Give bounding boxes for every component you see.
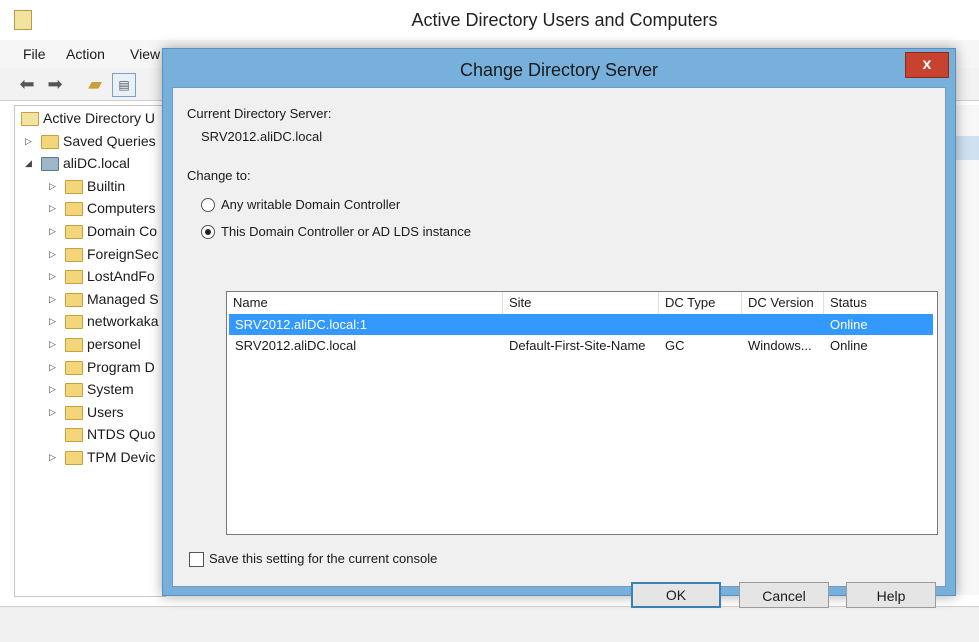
collapse-arrow-icon[interactable]: ◢ (25, 152, 35, 174)
folder-icon (65, 179, 83, 194)
up-folder-icon[interactable]: ▰ (84, 73, 106, 95)
cell-site: Default-First-Site-Name (509, 338, 646, 353)
expand-arrow-icon[interactable]: ▷ (49, 175, 59, 197)
folder-icon (41, 134, 59, 149)
save-setting-checkbox[interactable] (189, 552, 204, 567)
tree-item-label: Users (87, 403, 124, 420)
folder-icon (65, 405, 83, 420)
expand-arrow-icon[interactable]: ▷ (49, 446, 59, 468)
folder-icon (65, 360, 83, 375)
folder-icon (65, 292, 83, 307)
status-bar (0, 606, 979, 642)
folder-icon (65, 270, 83, 285)
help-button[interactable]: Help (846, 582, 936, 608)
tree-item-label: Builtin (87, 177, 126, 194)
ou-folder-icon (65, 225, 83, 239)
folder-icon (65, 451, 83, 465)
expand-arrow-icon[interactable]: ▷ (49, 288, 59, 310)
cell-dc-version: Windows... (748, 338, 812, 353)
cell-name: SRV2012.aliDC.local (235, 338, 357, 353)
expand-arrow-icon[interactable]: ▷ (25, 130, 35, 152)
main-titlebar: Active Directory Users and Computers (0, 0, 979, 41)
column-header-name[interactable]: Name (227, 292, 503, 314)
tree-item-label: ForeignSec (87, 245, 159, 262)
show-tree-icon[interactable]: ▤ (112, 73, 136, 97)
tree-item-label: aliDC.local (63, 155, 130, 172)
expand-arrow-icon[interactable]: ▷ (49, 310, 59, 332)
expand-arrow-icon[interactable]: ▷ (49, 378, 59, 400)
folder-icon (65, 428, 83, 443)
expand-arrow-icon[interactable]: ▷ (49, 333, 59, 355)
folder-icon (65, 247, 83, 262)
back-arrow-icon[interactable]: ⬅ (16, 73, 38, 95)
menu-action[interactable]: Action (66, 46, 105, 62)
tree-item-label: Managed S (87, 290, 159, 307)
expand-arrow-icon[interactable]: ▷ (49, 356, 59, 378)
menu-file[interactable]: File (23, 46, 46, 62)
expand-arrow-icon[interactable]: ▷ (49, 220, 59, 242)
radio-any-writable-dc[interactable] (201, 198, 215, 212)
tree-item-label: Saved Queries (63, 132, 156, 149)
ou-folder-icon (65, 338, 83, 352)
dialog-title: Change Directory Server (459, 60, 659, 80)
radio-this-dc-label[interactable]: This Domain Controller or AD LDS instanc… (221, 224, 471, 239)
domain-icon (41, 157, 59, 172)
close-button[interactable]: x (905, 52, 949, 78)
table-row[interactable]: SRV2012.aliDC.local:1 Online (229, 314, 933, 335)
tree-item-label: NTDS Quo (87, 426, 156, 443)
expand-arrow-icon[interactable]: ▷ (49, 197, 59, 219)
column-header-dc-version[interactable]: DC Version (742, 292, 824, 314)
tree-item-label: TPM Devic (87, 449, 156, 465)
cell-status: Online (830, 317, 868, 332)
table-row[interactable]: SRV2012.aliDC.local Default-First-Site-N… (229, 335, 933, 356)
cell-name: SRV2012.aliDC.local:1 (235, 317, 367, 332)
forward-arrow-icon[interactable]: ➡ (44, 73, 66, 95)
column-header-site[interactable]: Site (503, 292, 659, 314)
ou-folder-icon (65, 315, 83, 330)
tree-item-label: System (87, 381, 134, 398)
dialog-body: Current Directory Server: SRV2012.aliDC.… (172, 87, 946, 608)
tree-item-label: LostAndFo (87, 268, 155, 285)
folder-icon (65, 383, 83, 398)
radio-this-dc[interactable] (201, 225, 215, 239)
change-directory-server-dialog: Change Directory Server x Current Direct… (162, 48, 956, 608)
change-to-label: Change to: (187, 168, 251, 183)
tree-item-label: Computers (87, 200, 156, 217)
menu-view[interactable]: View (130, 46, 160, 62)
tree-item-label: personel (87, 336, 141, 352)
console-tree: Active Directory U ▷ Saved Queries ◢ aliDC.l… (14, 105, 166, 597)
cell-status: Online (830, 338, 868, 353)
column-header-status[interactable]: Status (824, 292, 937, 314)
main-window-title: Active Directory Users and Computers (411, 10, 718, 30)
save-setting-label[interactable]: Save this setting for the current consol… (209, 551, 437, 566)
radio-any-writable-dc-label[interactable]: Any writable Domain Controller (221, 197, 400, 212)
tree-item-label: networkaka (87, 313, 159, 330)
column-header-dc-type[interactable]: DC Type (659, 292, 742, 314)
ad-root-icon (21, 112, 39, 126)
ok-button[interactable]: OK (631, 582, 721, 608)
server-list[interactable]: Name Site DC Type DC Version Status SRV2… (226, 291, 938, 535)
expand-arrow-icon[interactable]: ▷ (49, 265, 59, 287)
tree-item-label: Active Directory U (43, 110, 156, 126)
cell-dc-type: GC (665, 338, 685, 353)
folder-icon (65, 202, 83, 217)
current-server-value: SRV2012.aliDC.local (201, 129, 323, 144)
current-server-label: Current Directory Server: (187, 106, 332, 121)
expand-arrow-icon[interactable]: ▷ (49, 243, 59, 265)
tree-item-label: Domain Co (87, 223, 158, 239)
cancel-button[interactable]: Cancel (739, 582, 829, 608)
expand-arrow-icon[interactable]: ▷ (49, 401, 59, 423)
tree-item-label: Program D (87, 358, 155, 375)
